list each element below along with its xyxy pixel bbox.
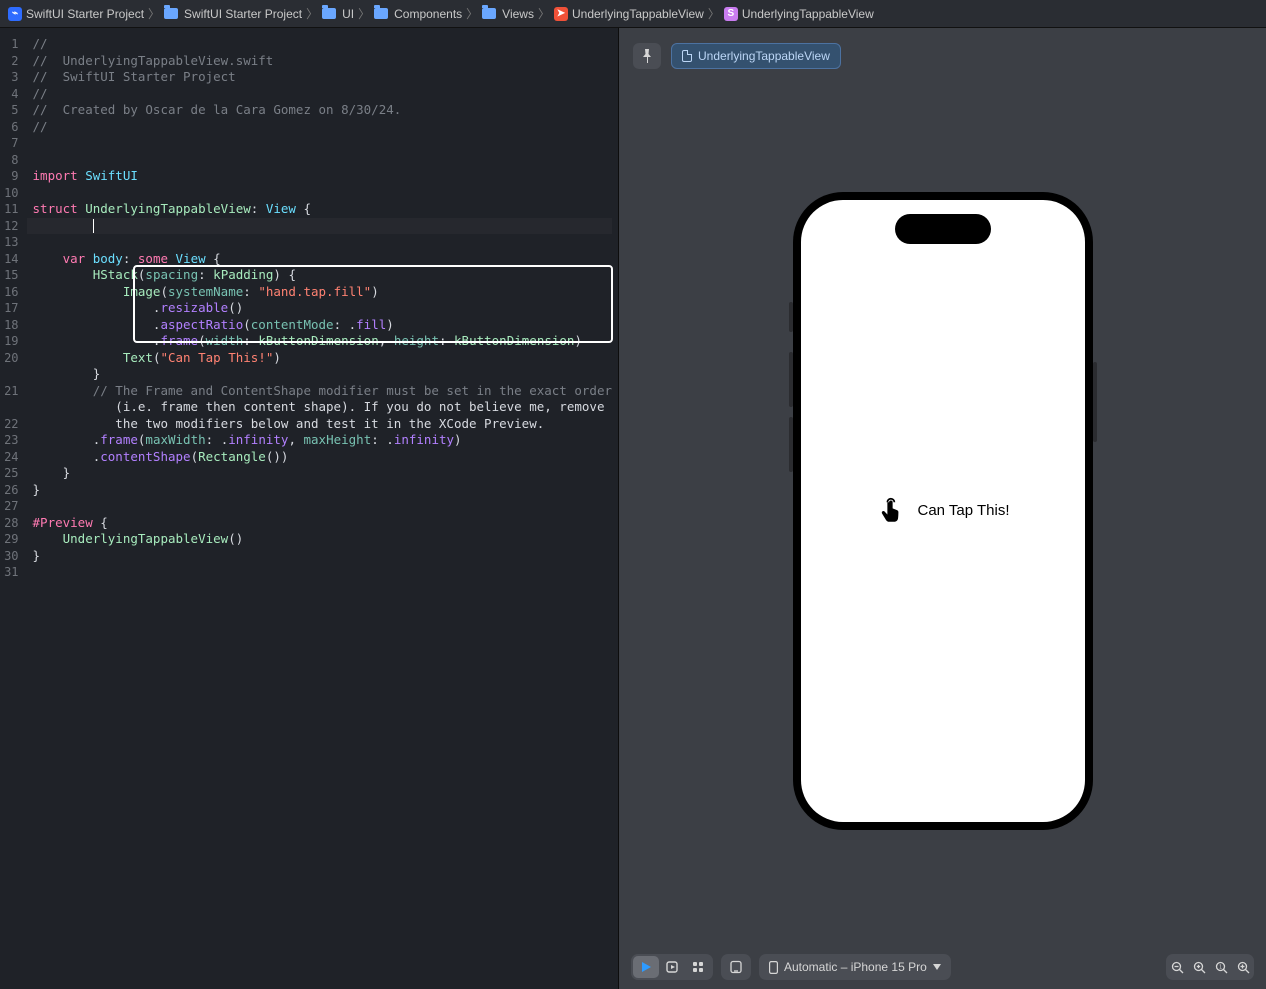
grid-icon <box>692 961 704 973</box>
preview-bottom-bar: Automatic – iPhone 15 Pro 1 <box>619 945 1266 989</box>
device-settings-button[interactable] <box>721 954 751 980</box>
swift-icon: ➤ <box>554 7 568 21</box>
svg-text:1: 1 <box>1218 964 1221 970</box>
folder-icon <box>374 8 388 19</box>
device-side-button <box>1093 362 1097 442</box>
preview-chip-label: UnderlyingTappableView <box>698 49 830 63</box>
zoom-out-button[interactable] <box>1166 954 1188 980</box>
preview-panel: UnderlyingTappableView <box>618 28 1266 989</box>
chevron-right-icon: 〉 <box>538 5 550 22</box>
zoom-actual-icon: 1 <box>1215 961 1228 974</box>
rendered-view[interactable]: Can Tap This! <box>801 200 1085 822</box>
variants-mode-button[interactable] <box>685 956 711 978</box>
device-screen[interactable]: Can Tap This! <box>801 200 1085 822</box>
document-icon <box>682 50 692 62</box>
phone-icon <box>769 961 778 974</box>
code-content[interactable]: // // UnderlyingTappableView.swift // Sw… <box>27 28 618 989</box>
device-frame: Can Tap This! <box>793 192 1093 830</box>
selectable-icon <box>666 961 678 973</box>
device-side-button <box>789 417 793 472</box>
crumb-struct[interactable]: SUnderlyingTappableView <box>724 7 874 21</box>
zoom-in-button[interactable] <box>1232 954 1254 980</box>
preview-target-chip[interactable]: UnderlyingTappableView <box>671 43 841 69</box>
pin-preview-button[interactable] <box>633 43 661 69</box>
line-number-gutter: 1234567891011121314151617181920212223242… <box>0 28 27 989</box>
preview-mode-segmented[interactable] <box>631 954 713 980</box>
live-mode-button[interactable] <box>633 956 659 978</box>
zoom-fit-button[interactable] <box>1188 954 1210 980</box>
screen-text: Can Tap This! <box>918 502 1010 519</box>
code-editor[interactable]: 1234567891011121314151617181920212223242… <box>0 28 618 989</box>
device-selector[interactable]: Automatic – iPhone 15 Pro <box>759 954 951 980</box>
folder-icon <box>164 8 178 19</box>
crumb-folder-components[interactable]: Components <box>374 7 462 21</box>
breadcrumb-bar: ⌁SwiftUI Starter Project 〉 SwiftUI Start… <box>0 0 1266 28</box>
chevron-down-icon <box>933 964 941 970</box>
play-icon <box>640 961 652 973</box>
struct-icon: S <box>724 7 738 21</box>
chevron-right-icon: 〉 <box>466 5 478 22</box>
chevron-right-icon: 〉 <box>708 5 720 22</box>
crumb-folder-views[interactable]: Views <box>482 7 534 21</box>
zoom-controls[interactable]: 1 <box>1166 954 1254 980</box>
zoom-fit-icon <box>1193 961 1206 974</box>
zoom-in-icon <box>1237 961 1250 974</box>
folder-icon <box>322 8 336 19</box>
selectable-mode-button[interactable] <box>659 956 685 978</box>
chevron-right-icon: 〉 <box>148 5 160 22</box>
zoom-out-icon <box>1171 961 1184 974</box>
preview-canvas[interactable]: Can Tap This! <box>619 76 1266 945</box>
device-side-button <box>789 302 793 332</box>
device-side-button <box>789 352 793 407</box>
app-icon: ⌁ <box>8 7 22 21</box>
device-selector-label: Automatic – iPhone 15 Pro <box>784 960 927 974</box>
crumb-file[interactable]: ➤UnderlyingTappableView <box>554 7 704 21</box>
crumb-folder-root[interactable]: SwiftUI Starter Project <box>164 7 302 21</box>
crumb-project[interactable]: ⌁SwiftUI Starter Project <box>8 7 144 21</box>
pin-icon <box>641 49 653 63</box>
sliders-icon <box>729 960 743 974</box>
chevron-right-icon: 〉 <box>306 5 318 22</box>
folder-icon <box>482 8 496 19</box>
crumb-folder-ui[interactable]: UI <box>322 7 354 21</box>
dynamic-island <box>895 214 991 244</box>
zoom-actual-button[interactable]: 1 <box>1210 954 1232 980</box>
chevron-right-icon: 〉 <box>358 5 370 22</box>
hand-tap-icon <box>876 497 904 525</box>
preview-top-bar: UnderlyingTappableView <box>619 36 1266 76</box>
